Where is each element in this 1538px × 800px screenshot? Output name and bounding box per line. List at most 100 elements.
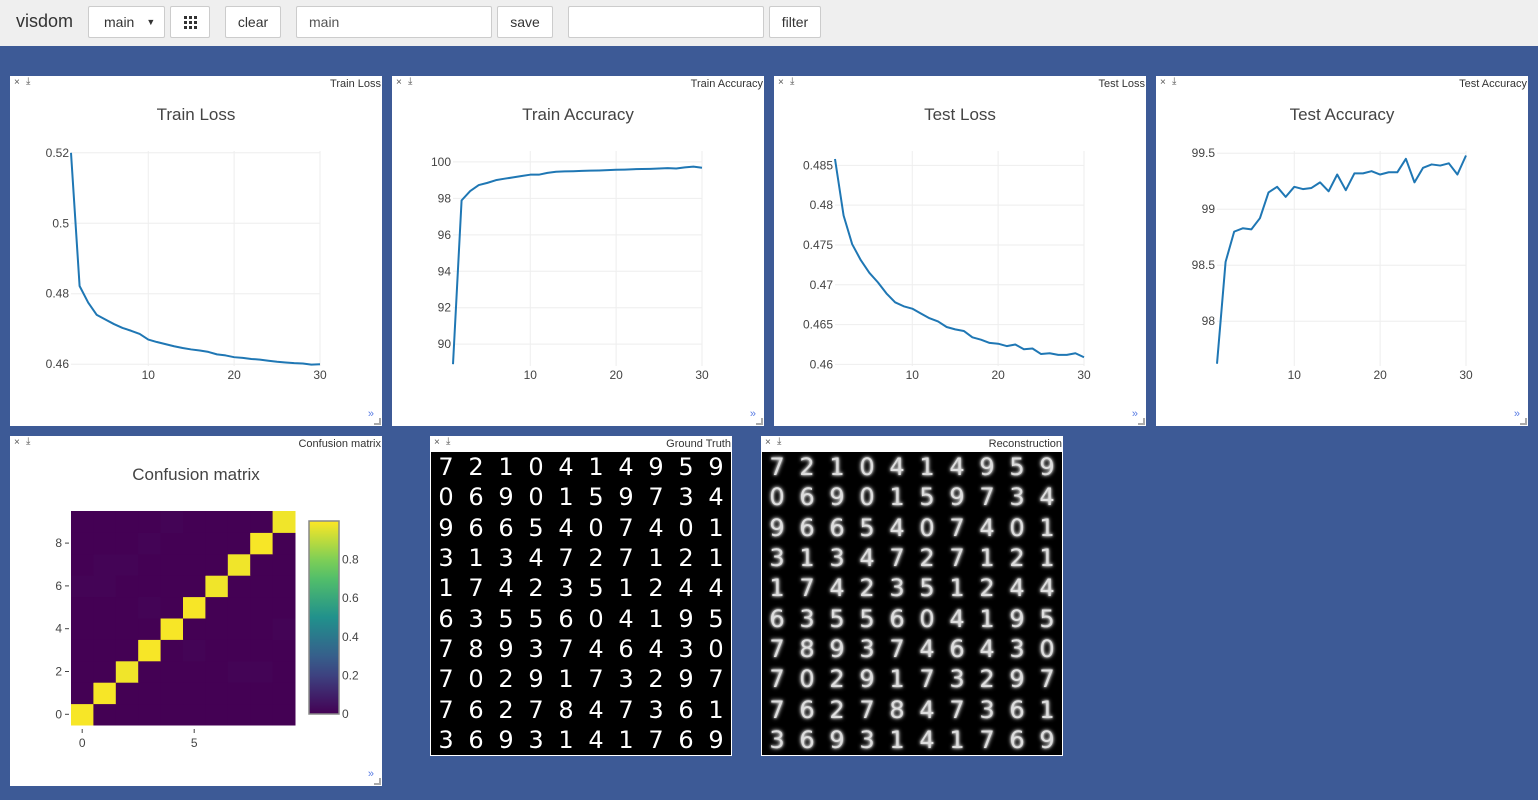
heatmap-cell[interactable] [71,618,94,640]
heatmap-cell[interactable] [205,639,229,662]
heatmap-cell[interactable] [183,532,206,555]
data-point[interactable] [978,337,984,343]
data-point[interactable] [188,346,194,352]
heatmap-cell[interactable] [138,532,162,555]
heatmap-cell[interactable] [138,639,162,662]
data-point[interactable] [656,165,662,171]
heatmap-cell[interactable] [183,553,206,576]
heatmap-cell[interactable] [183,703,206,726]
heatmap-cell[interactable] [183,575,206,598]
heatmap-cell[interactable] [71,639,94,662]
data-point[interactable] [1446,160,1452,166]
data-point[interactable] [673,165,679,171]
data-point[interactable] [162,341,168,347]
data-point[interactable] [1429,161,1435,167]
data-point[interactable] [1231,229,1237,235]
data-point[interactable] [274,359,280,365]
data-point[interactable] [1038,351,1044,357]
heatmap-cell[interactable] [93,682,117,705]
heatmap-cell[interactable] [250,575,274,598]
data-point[interactable] [1317,179,1323,185]
heatmap-cell[interactable] [183,682,206,705]
close-icon[interactable]: × [765,437,771,448]
heatmap-cell[interactable] [205,618,229,640]
data-point[interactable] [68,150,74,156]
data-point[interactable] [1047,350,1053,356]
data-point[interactable] [909,306,915,312]
data-point[interactable] [630,166,636,172]
data-point[interactable] [484,180,490,186]
heatmap-cell[interactable] [227,660,251,683]
heatmap-cell[interactable] [183,511,206,533]
data-point[interactable] [128,328,134,334]
heatmap-cell[interactable] [138,575,162,598]
heatmap-cell[interactable] [71,511,94,533]
data-point[interactable] [459,197,465,203]
data-point[interactable] [145,337,151,343]
data-point[interactable] [154,339,160,345]
heatmap-cell[interactable] [227,682,251,705]
heatmap-cell[interactable] [160,703,184,726]
data-point[interactable] [1274,184,1280,190]
data-point[interactable] [476,182,482,188]
heatmap-cell[interactable] [183,660,206,683]
heatmap-cell[interactable] [115,682,139,705]
heatmap-cell[interactable] [93,639,117,662]
data-point[interactable] [647,166,653,172]
data-point[interactable] [639,166,645,172]
data-point[interactable] [1081,354,1087,360]
heatmap-cell[interactable] [115,553,139,576]
data-point[interactable] [665,165,671,171]
data-point[interactable] [180,345,186,351]
heatmap-cell[interactable] [115,575,139,598]
view-grid-button[interactable] [170,6,210,38]
data-point[interactable] [944,324,950,330]
heatmap-cell[interactable] [160,660,184,683]
heatmap-cell[interactable] [205,575,229,598]
data-point[interactable] [1223,259,1229,265]
data-point[interactable] [102,316,108,322]
heatmap-cell[interactable] [71,596,94,619]
heatmap-cell[interactable] [272,596,296,619]
heatmap-cell[interactable] [227,703,251,726]
data-point[interactable] [223,352,229,358]
env-name-input[interactable]: main [296,6,492,38]
heatmap-cell[interactable] [205,553,229,576]
data-point[interactable] [137,331,143,337]
data-point[interactable] [1351,170,1357,176]
heatmap-cell[interactable] [93,532,117,555]
data-point[interactable] [553,169,559,175]
data-point[interactable] [1004,343,1010,349]
data-point[interactable] [171,343,177,349]
data-point[interactable] [1021,346,1027,352]
heatmap-cell[interactable] [160,532,184,555]
heatmap-cell[interactable] [250,618,274,640]
data-point[interactable] [613,167,619,173]
heatmap-cell[interactable] [227,532,251,555]
filter-button[interactable]: filter [769,6,821,38]
data-point[interactable] [205,349,211,355]
heatmap-cell[interactable] [138,618,162,640]
data-point[interactable] [884,291,890,297]
data-point[interactable] [605,167,611,173]
heatmap-cell[interactable] [71,703,94,726]
data-point[interactable] [1266,189,1272,195]
data-point[interactable] [519,173,525,179]
heatmap-cell[interactable] [138,703,162,726]
data-point[interactable] [308,362,314,368]
heatmap-cell[interactable] [205,532,229,555]
data-point[interactable] [587,168,593,174]
heatmap-cell[interactable] [272,682,296,705]
data-point[interactable] [544,170,550,176]
heatmap-cell[interactable] [183,596,206,619]
heatmap-cell[interactable] [71,532,94,555]
data-point[interactable] [952,326,958,332]
data-point[interactable] [527,172,533,178]
data-point[interactable] [283,359,289,365]
clear-button[interactable]: clear [225,6,281,38]
heatmap-cell[interactable] [250,553,274,576]
data-point[interactable] [1240,225,1246,231]
heatmap-cell[interactable] [93,660,117,683]
data-point[interactable] [240,355,246,361]
data-point[interactable] [1300,186,1306,192]
